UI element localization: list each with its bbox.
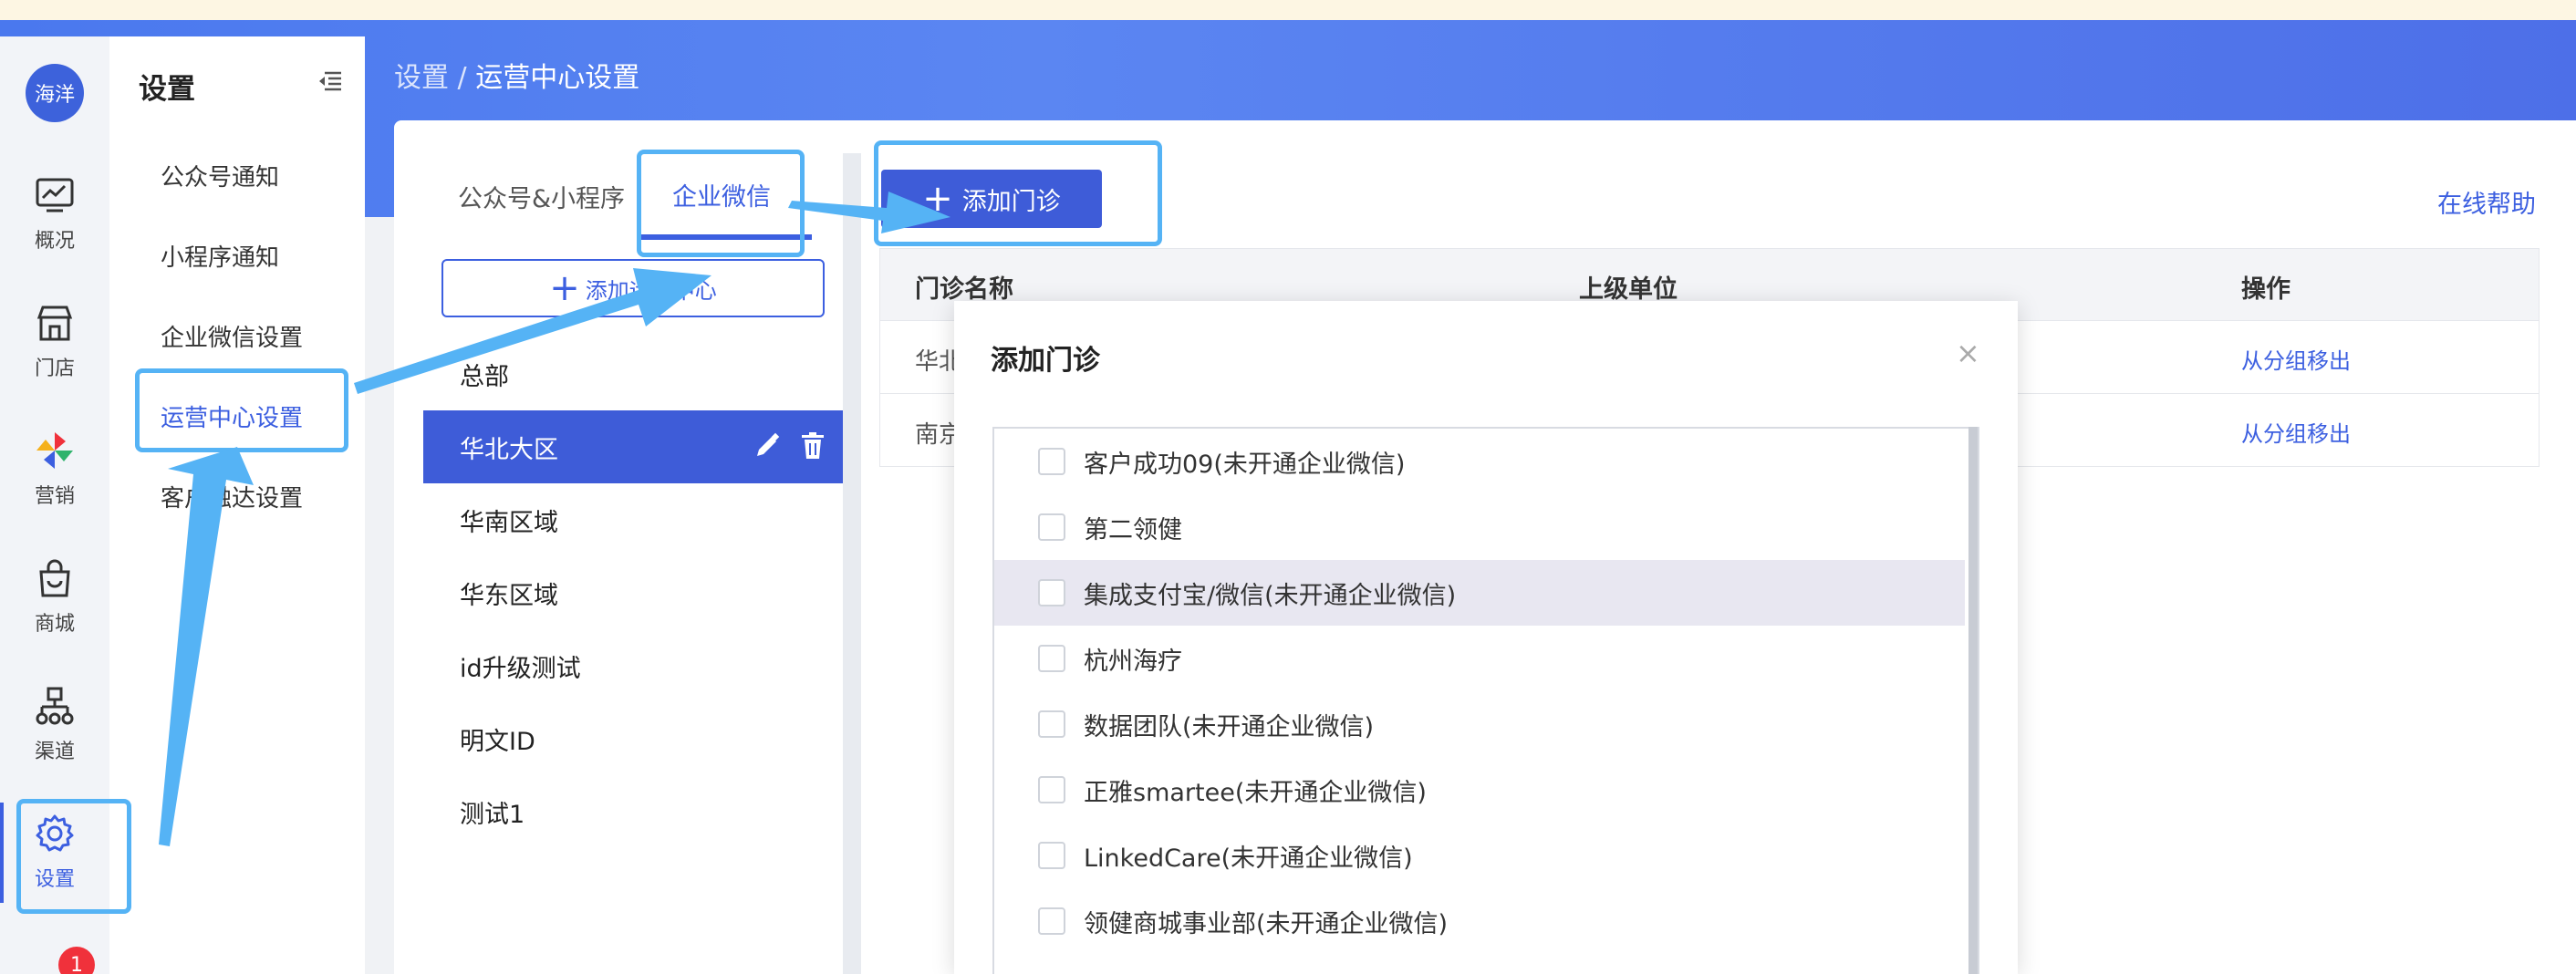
center-item-label: 测试1: [460, 800, 525, 829]
checkbox[interactable]: [1038, 513, 1065, 541]
center-item-label: id升级测试: [460, 654, 581, 683]
pinwheel-icon: [35, 430, 75, 471]
delete-icon[interactable]: [801, 432, 825, 466]
center-item-id-test[interactable]: id升级测试: [423, 629, 843, 702]
center-item-hq[interactable]: 总部: [423, 337, 843, 410]
option-label: 数据团队(未开通企业微信): [1084, 712, 1375, 741]
center-item-plain-id[interactable]: 明文ID: [423, 702, 843, 775]
center-item-label: 总部: [460, 362, 509, 391]
clinic-option[interactable]: LinkedCare(未开通企业微信): [994, 823, 1965, 888]
checkbox[interactable]: [1038, 448, 1065, 475]
avatar[interactable]: 海洋: [26, 64, 84, 122]
option-label: LinkedCare(未开通企业微信): [1084, 844, 1413, 873]
shopping-bag-icon: [35, 558, 75, 598]
clinic-option[interactable]: 集成支付宝/微信(未开通企业微信): [994, 560, 1965, 626]
option-label: 客户成功09(未开通企业微信): [1084, 450, 1406, 479]
modal-title: 添加门诊: [991, 345, 1100, 377]
nav-overview[interactable]: 概况: [0, 164, 109, 264]
nav-label: 概况: [34, 230, 75, 253]
clinic-option[interactable]: 领健商城事业部(未开通企业微信): [994, 888, 1965, 954]
column-header: 上级单位: [1579, 275, 1678, 304]
add-ops-center-label: 添加运营中心: [585, 277, 717, 304]
online-help-link[interactable]: 在线帮助: [2437, 184, 2536, 220]
breadcrumb-parent[interactable]: 设置 /: [394, 62, 467, 94]
nav-store[interactable]: 门店: [0, 292, 109, 392]
option-label: 集成支付宝/微信(未开通企业微信): [1084, 581, 1457, 610]
column-header: 门诊名称: [915, 275, 1013, 304]
edit-icon[interactable]: [753, 432, 781, 466]
remove-from-group-link[interactable]: 从分组移出: [2241, 416, 2351, 448]
option-label: 第二领健: [1084, 515, 1182, 544]
org-tree-icon: [35, 686, 75, 726]
option-label: 杭州海疗: [1084, 647, 1182, 676]
list-scrollbar[interactable]: [1968, 427, 1978, 974]
panel-divider[interactable]: [843, 153, 861, 974]
top-strip: [0, 0, 2576, 20]
center-item-east[interactable]: 华东区域: [423, 556, 843, 629]
remove-from-group-link[interactable]: 从分组移出: [2241, 343, 2351, 375]
nav-channel[interactable]: 渠道: [0, 675, 109, 775]
clinic-option[interactable]: 第二领健: [994, 494, 1965, 560]
breadcrumb-current: 运营中心设置: [475, 62, 640, 94]
submenu-item-customer-reach-settings[interactable]: 客户触达设置: [161, 480, 303, 513]
checkbox[interactable]: [1038, 776, 1065, 803]
checkbox[interactable]: [1038, 842, 1065, 869]
nav-label: 商城: [34, 613, 75, 636]
submenu-item-mp-notify[interactable]: 公众号通知: [161, 159, 279, 192]
option-label: 正雅smartee(未开通企业微信): [1084, 778, 1427, 807]
option-label: 领健商城事业部(未开通企业微信): [1084, 909, 1449, 938]
chart-icon: [35, 175, 75, 215]
nav-label: 渠道: [34, 741, 75, 763]
nav-mall[interactable]: 商城: [0, 547, 109, 648]
checkbox[interactable]: [1038, 645, 1065, 672]
tab-official-account[interactable]: 公众号&小程序: [458, 179, 625, 214]
center-item-label: 明文ID: [460, 727, 535, 756]
center-item-south[interactable]: 华南区域: [423, 483, 843, 556]
submenu-item-wecom-settings[interactable]: 企业微信设置: [161, 319, 303, 353]
center-item-label: 华东区域: [460, 581, 558, 610]
submenu-item-miniprogram-notify[interactable]: 小程序通知: [161, 239, 279, 273]
breadcrumb: 设置 / 运营中心设置: [394, 55, 639, 95]
plus-icon: +: [549, 267, 580, 309]
collapse-menu-icon[interactable]: [317, 71, 343, 95]
nav-label: 营销: [34, 485, 75, 508]
annotation-box-settings: [16, 799, 131, 914]
center-item-label: 华南区域: [460, 508, 558, 537]
center-item-label: 华北大区: [460, 435, 558, 464]
annotation-box-wecom-tab: [637, 150, 805, 257]
clinic-option[interactable]: 数据团队(未开通企业微信): [994, 691, 1965, 757]
nav-label: 门店: [34, 357, 75, 380]
store-icon: [35, 303, 75, 343]
submenu-title: 设置: [139, 73, 195, 106]
settings-submenu: 设置 公众号通知 小程序通知 企业微信设置 运营中心设置 客户触达设置: [109, 36, 365, 974]
center-item-north[interactable]: 华北大区: [423, 410, 843, 483]
checkbox[interactable]: [1038, 579, 1065, 606]
clinic-option[interactable]: 正雅smartee(未开通企业微信): [994, 757, 1965, 823]
clinic-option[interactable]: 客户成功09(未开通企业微信): [994, 429, 1965, 494]
column-header: 操作: [2241, 275, 2290, 304]
annotation-box-ops-center: [135, 368, 348, 452]
checkbox[interactable]: [1038, 907, 1065, 935]
add-ops-center-button[interactable]: + 添加运营中心: [441, 259, 825, 317]
close-icon[interactable]: ×: [1956, 336, 1980, 370]
add-clinic-modal: 添加门诊 × 客户成功09(未开通企业微信) 第二领健 集成支付宝/微信(未开通…: [954, 301, 2018, 974]
clinic-option-list[interactable]: 客户成功09(未开通企业微信) 第二领健 集成支付宝/微信(未开通企业微信) 杭…: [992, 427, 1979, 974]
annotation-box-add-clinic: [874, 140, 1162, 246]
clinic-option[interactable]: 杭州海疗: [994, 626, 1965, 691]
nav-marketing[interactable]: 营销: [0, 420, 109, 520]
checkbox[interactable]: [1038, 710, 1065, 738]
center-item-test1[interactable]: 测试1: [423, 775, 843, 848]
